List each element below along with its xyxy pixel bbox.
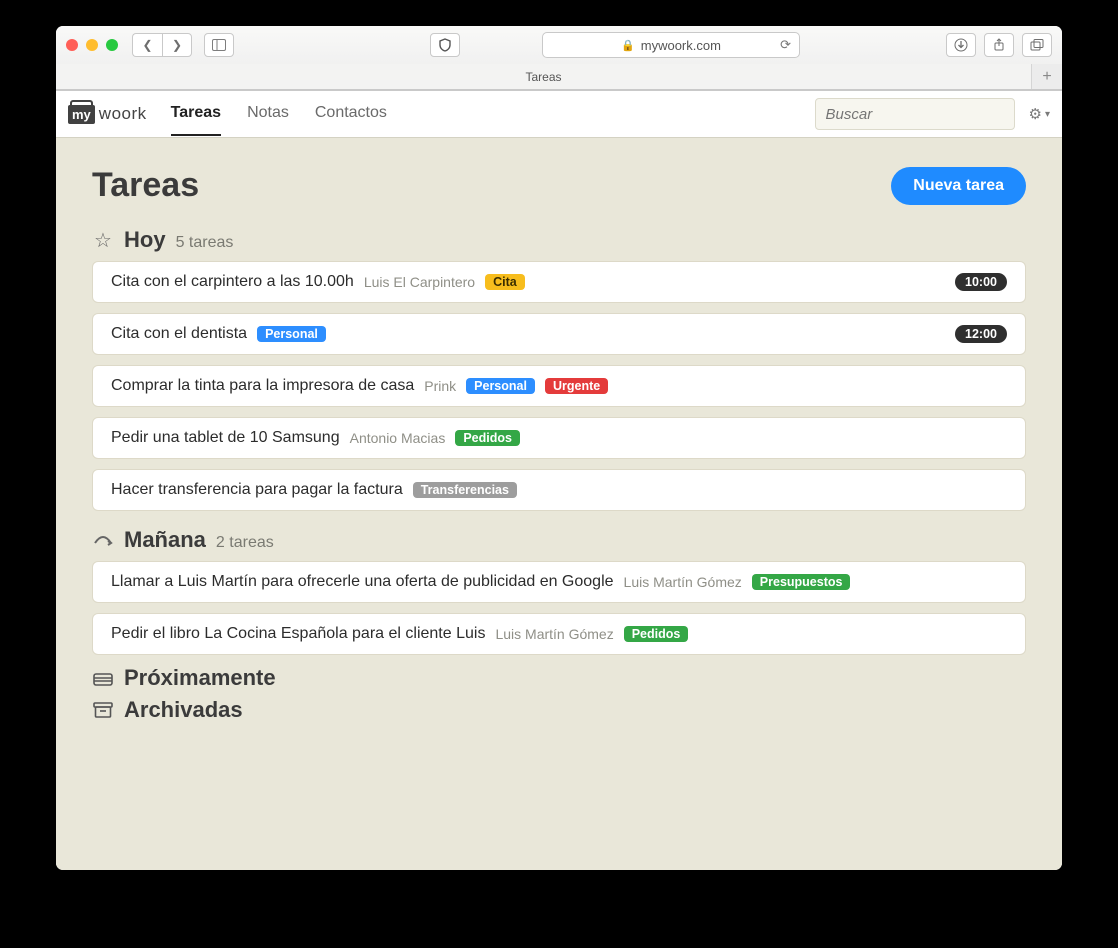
star-icon: ☆: [92, 228, 114, 253]
app-nav: my woork Tareas Notas Contactos ⚙ ▾: [56, 91, 1062, 138]
nav-notas[interactable]: Notas: [247, 92, 289, 136]
logo[interactable]: my woork: [68, 104, 147, 124]
new-task-button[interactable]: Nueva tarea: [891, 167, 1026, 205]
task-contact: Antonio Macias: [350, 430, 446, 446]
task-card[interactable]: Pedir el libro La Cocina Española para e…: [92, 613, 1026, 655]
page-body: Tareas Nueva tarea ☆ Hoy 5 tareas Cita c…: [56, 138, 1062, 757]
settings-menu[interactable]: ⚙ ▾: [1029, 105, 1050, 123]
back-button[interactable]: ❮: [132, 33, 162, 57]
task-tag[interactable]: Personal: [257, 326, 326, 342]
task-tag[interactable]: Urgente: [545, 378, 608, 394]
reader-button[interactable]: [430, 33, 460, 57]
browser-tab[interactable]: Tareas: [56, 64, 1032, 89]
section-today-title: Hoy: [124, 227, 166, 253]
task-title: Pedir el libro La Cocina Española para e…: [111, 625, 485, 643]
address-bar[interactable]: 🔒 mywoork.com ⟳: [542, 32, 800, 58]
task-card[interactable]: Cita con el carpintero a las 10.00h Luis …: [92, 261, 1026, 303]
tabs-icon: [1030, 39, 1044, 51]
forward-button[interactable]: ❯: [162, 33, 192, 57]
task-tag[interactable]: Cita: [485, 274, 525, 290]
section-tomorrow-count: 2 tareas: [216, 534, 274, 552]
task-tag[interactable]: Personal: [466, 378, 535, 394]
new-tab-button[interactable]: +: [1032, 64, 1062, 89]
task-title: Pedir una tablet de 10 Samsung: [111, 429, 340, 447]
shield-icon: [438, 38, 452, 52]
task-tag[interactable]: Pedidos: [624, 626, 689, 642]
url-host: mywoork.com: [641, 38, 721, 53]
share-button[interactable]: [984, 33, 1014, 57]
task-title: Comprar la tinta para la impresora de ca…: [111, 377, 414, 395]
task-card[interactable]: Comprar la tinta para la impresora de ca…: [92, 365, 1026, 407]
gear-icon: ⚙: [1029, 105, 1042, 123]
task-contact: Luis Martín Gómez: [495, 626, 613, 642]
sidebar-toggle-button[interactable]: [204, 33, 234, 57]
window-controls: [66, 39, 118, 51]
task-contact: Luis El Carpintero: [364, 274, 475, 290]
nav-contactos[interactable]: Contactos: [315, 92, 387, 136]
logo-prefix: my: [68, 105, 95, 124]
app-root: my woork Tareas Notas Contactos ⚙ ▾ Tare…: [56, 91, 1062, 870]
task-card[interactable]: Hacer transferencia para pagar la factur…: [92, 469, 1026, 511]
task-tag[interactable]: Pedidos: [455, 430, 520, 446]
maximize-window-button[interactable]: [106, 39, 118, 51]
section-tomorrow-title: Mañana: [124, 527, 206, 553]
close-window-button[interactable]: [66, 39, 78, 51]
tomorrow-task-list: Llamar a Luis Martín para ofrecerle una …: [92, 561, 1026, 655]
reload-button[interactable]: ⟳: [780, 37, 791, 53]
section-archived-header[interactable]: Archivadas: [92, 697, 1026, 723]
task-time-badge: 12:00: [955, 325, 1007, 343]
page-title: Tareas: [92, 166, 199, 205]
task-tag[interactable]: Presupuestos: [752, 574, 851, 590]
task-title: Cita con el carpintero a las 10.00h: [111, 273, 354, 291]
nav-tareas[interactable]: Tareas: [171, 92, 221, 136]
lock-icon: 🔒: [621, 39, 635, 52]
arrow-arc-icon: [92, 533, 114, 547]
tabs-button[interactable]: [1022, 33, 1052, 57]
browser-window: ❮ ❯ 🔒 mywoork.com ⟳: [56, 26, 1062, 870]
sidebar-icon: [212, 39, 226, 51]
task-tag[interactable]: Transferencias: [413, 482, 517, 498]
browser-chrome: ❮ ❯ 🔒 mywoork.com ⟳: [56, 26, 1062, 91]
task-title: Hacer transferencia para pagar la factur…: [111, 481, 403, 499]
section-today-header[interactable]: ☆ Hoy 5 tareas: [92, 227, 1026, 253]
minimize-window-button[interactable]: [86, 39, 98, 51]
download-icon: [954, 38, 968, 52]
section-archived-title: Archivadas: [124, 697, 243, 723]
search-input[interactable]: [815, 98, 1015, 130]
nav-buttons: ❮ ❯: [132, 33, 192, 57]
section-upcoming-header[interactable]: Próximamente: [92, 665, 1026, 691]
inbox-icon: [92, 670, 114, 686]
task-card[interactable]: Pedir una tablet de 10 Samsung Antonio Ma…: [92, 417, 1026, 459]
task-contact: Prink: [424, 378, 456, 394]
chevron-down-icon: ▾: [1045, 109, 1050, 120]
task-card[interactable]: Cita con el dentista Personal 12:00: [92, 313, 1026, 355]
task-card[interactable]: Llamar a Luis Martín para ofrecerle una …: [92, 561, 1026, 603]
logo-suffix: woork: [99, 104, 147, 124]
downloads-button[interactable]: [946, 33, 976, 57]
section-today-count: 5 tareas: [176, 234, 234, 252]
share-icon: [992, 38, 1006, 52]
task-title: Llamar a Luis Martín para ofrecerle una …: [111, 573, 614, 591]
task-title: Cita con el dentista: [111, 325, 247, 343]
archive-icon: [92, 702, 114, 718]
task-contact: Luis Martín Gómez: [624, 574, 742, 590]
today-task-list: Cita con el carpintero a las 10.00h Luis …: [92, 261, 1026, 511]
section-tomorrow-header[interactable]: Mañana 2 tareas: [92, 527, 1026, 553]
section-upcoming-title: Próximamente: [124, 665, 276, 691]
task-time-badge: 10:00: [955, 273, 1007, 291]
